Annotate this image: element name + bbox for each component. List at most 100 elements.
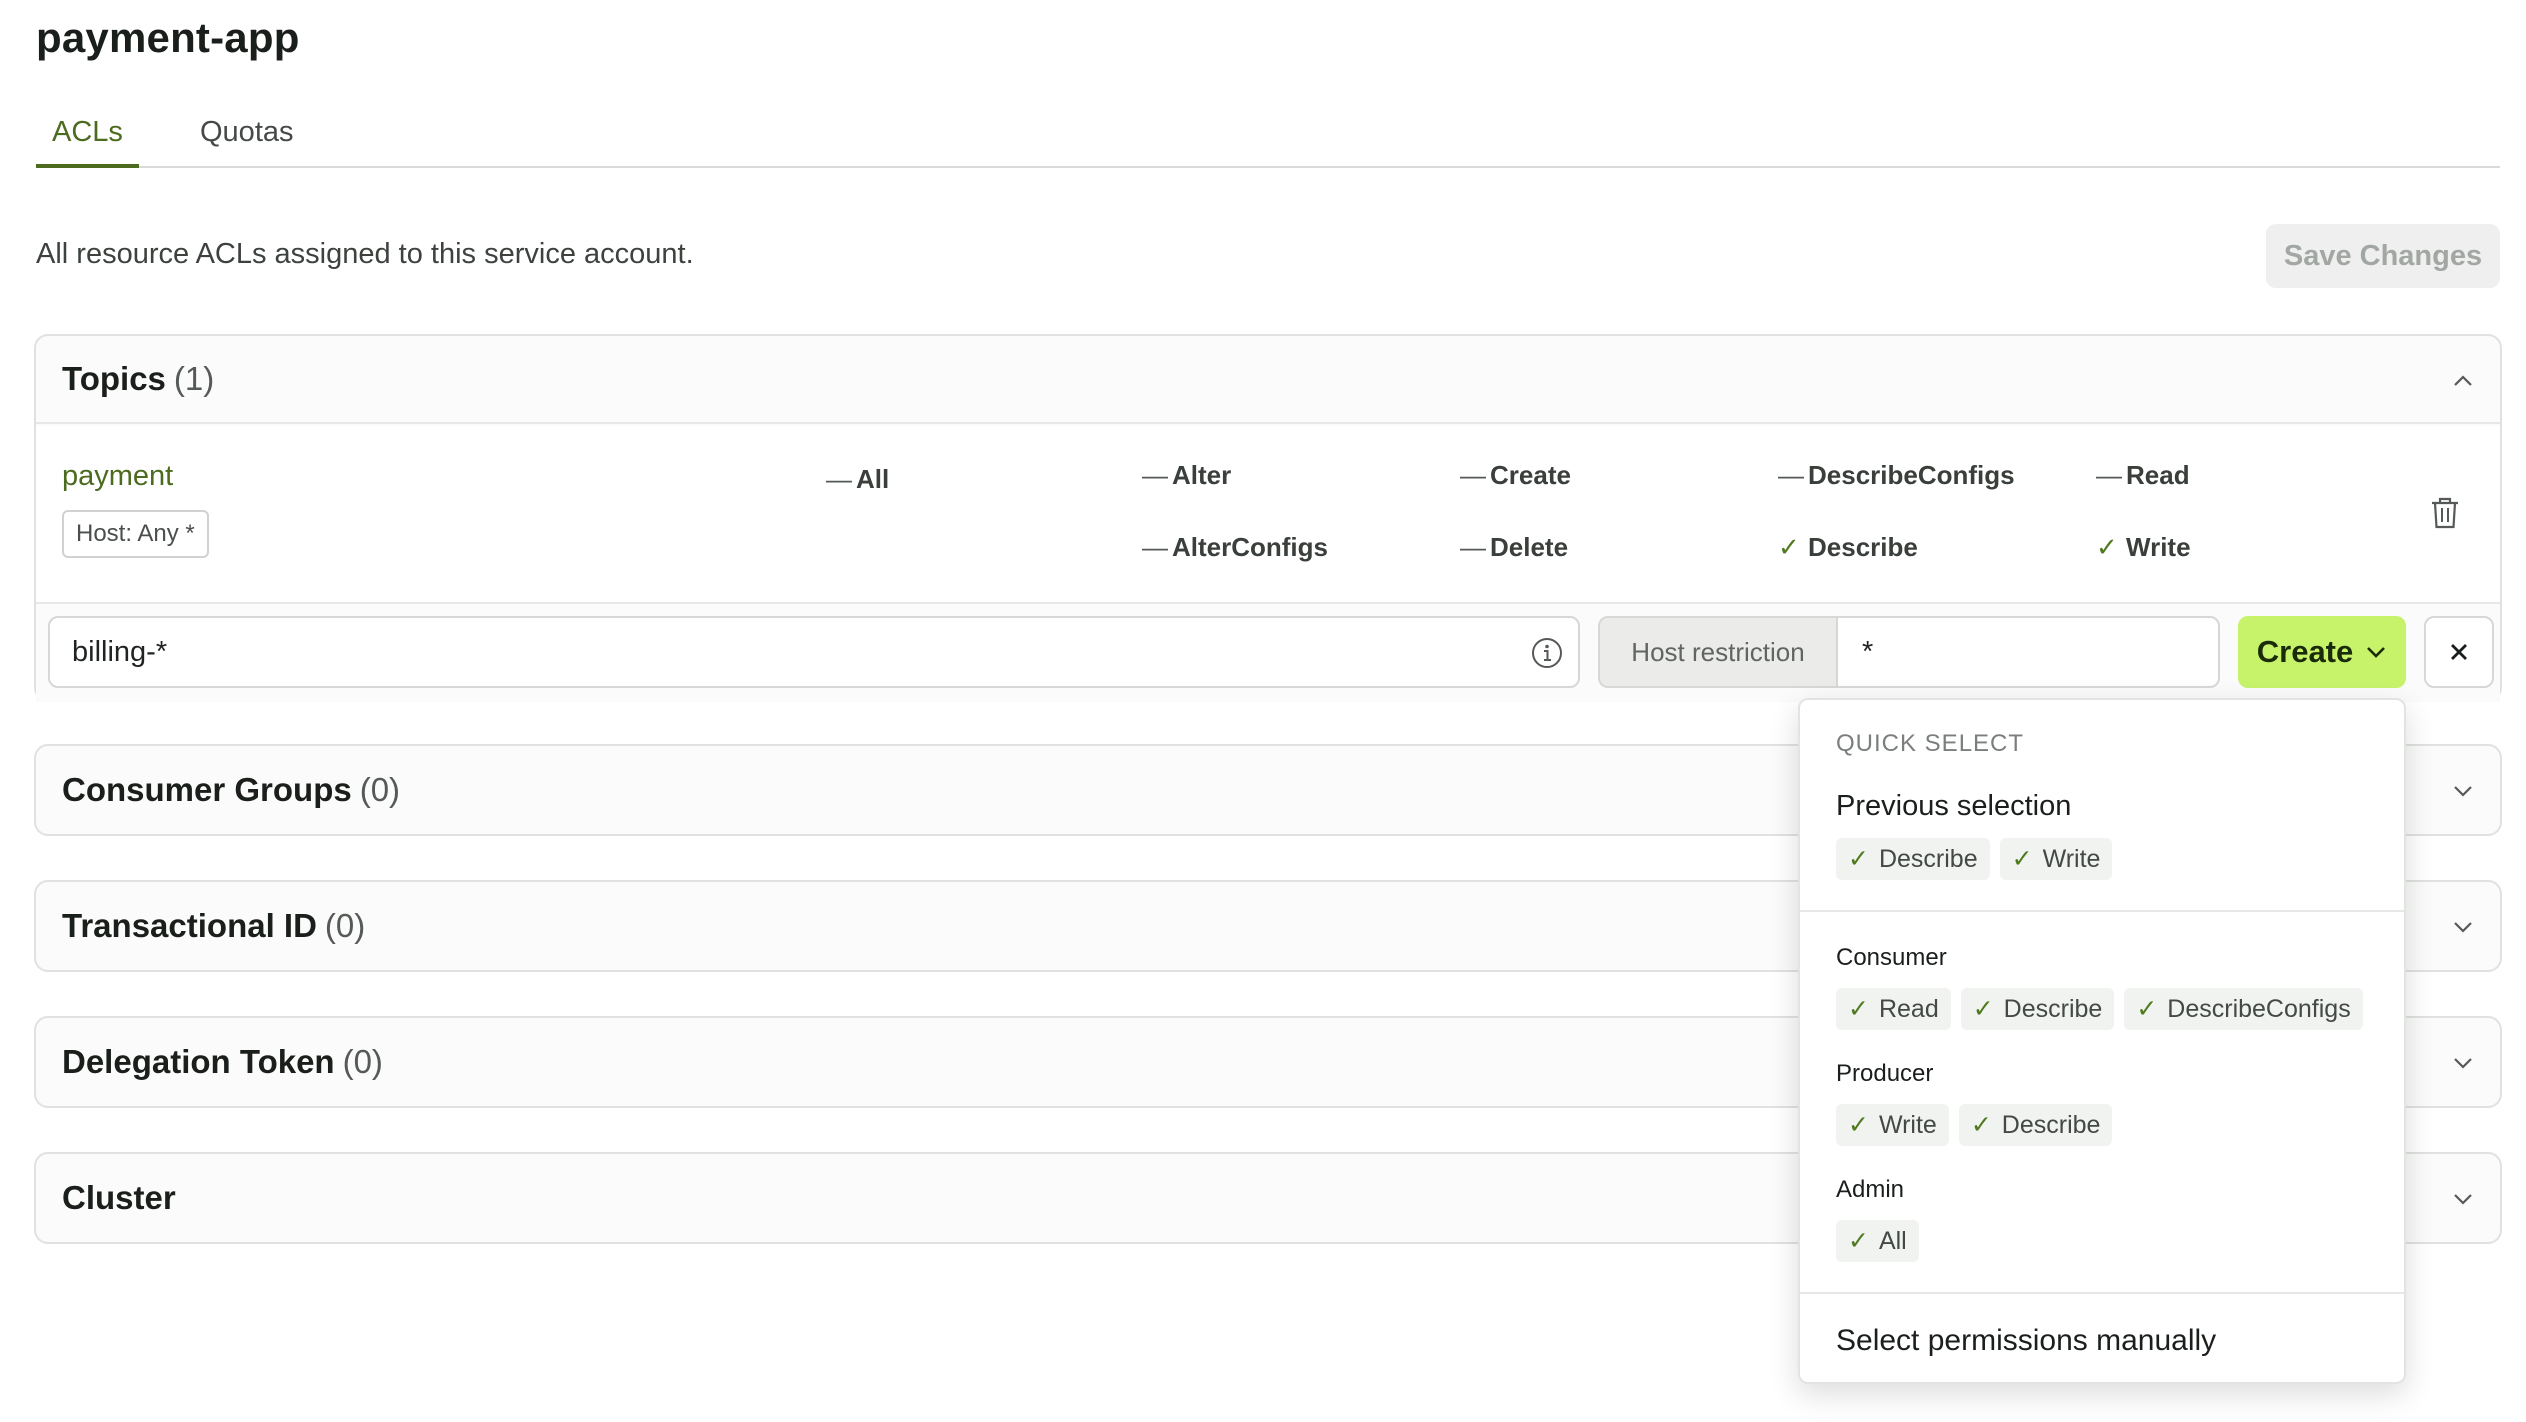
cancel-button[interactable] [2424,616,2494,688]
dash-icon: — [1142,532,1168,562]
host-restriction-input[interactable]: * [1836,616,2220,688]
permission-alter[interactable]: — Alter [1142,460,1231,491]
chip-label: Read [1878,994,1939,1023]
producer-chips: ✓ Write ✓ Describe [1836,1104,2113,1146]
quick-select-title: QUICK SELECT [1836,730,2025,757]
permission-label: Describe [1808,532,1918,562]
permission-create[interactable]: — Create [1460,460,1571,491]
permission-all[interactable]: — All [826,464,889,495]
acl-row: payment Host: Any * — All — Alter — Crea… [36,426,2500,604]
check-icon: ✓ [2011,845,2033,873]
permission-describe[interactable]: ✓ Describe [1778,532,1918,563]
previous-selection-chips: ✓ Describe ✓ Write [1836,838,2113,880]
consumer-option[interactable]: Consumer [1836,944,1947,972]
check-icon: ✓ [1848,1227,1869,1255]
chevron-down-icon[interactable] [2452,1188,2474,1210]
trash-icon[interactable] [2430,496,2460,530]
section-title: Topics [62,360,166,397]
section-count: (1) [173,360,215,397]
tab-acls[interactable]: ACLs [36,104,139,168]
dash-icon: — [1460,532,1486,562]
quick-select-menu: QUICK SELECT Previous selection ✓ Describ… [1798,698,2406,1384]
check-icon: ✓ [1848,1111,1869,1139]
dash-icon: — [1778,460,1804,490]
chevron-down-icon[interactable] [2452,916,2474,938]
tab-quotas[interactable]: Quotas [184,104,310,168]
dash-icon: — [1460,460,1486,490]
close-icon [2451,644,2467,660]
permission-label: DescribeConfigs [1808,460,2015,490]
dash-icon: — [1142,460,1168,490]
check-icon: ✓ [1848,845,1869,873]
permission-describeconfigs[interactable]: — DescribeConfigs [1778,460,2015,491]
host-restriction-label: Host restriction [1598,616,1836,688]
new-acl-row: billing-* Host restriction * Create [36,604,2500,702]
section-title: Transactional ID [62,907,317,944]
permission-label: Write [2126,532,2191,562]
consumer-chips: ✓ Read ✓ Describe ✓ DescribeConfigs [1836,988,2363,1030]
permission-label: AlterConfigs [1172,532,1328,562]
chip-label: All [1878,1226,1907,1255]
divider [1800,1292,2404,1294]
permission-label: Read [2126,460,2190,490]
topics-header[interactable]: Topics (1) [36,336,2500,424]
divider [1800,910,2404,912]
create-button-label: Create [2256,634,2354,669]
chip-write: ✓ Write [1836,1104,1949,1146]
permission-label: Create [1490,460,1571,490]
permission-write[interactable]: ✓ Write [2096,532,2191,563]
tab-bar: ACLs Quotas [36,104,2500,168]
check-icon: ✓ [1970,1111,1992,1139]
permission-label: Alter [1172,460,1232,490]
chip-label: DescribeConfigs [2167,994,2351,1023]
create-button[interactable]: Create [2238,616,2406,688]
topics-section: Topics (1) payment Host: Any * — All — A… [34,334,2502,702]
check-icon: ✓ [1778,532,1800,562]
producer-option[interactable]: Producer [1836,1060,1933,1088]
dash-icon: — [826,464,852,494]
chevron-down-icon[interactable] [2452,1052,2474,1074]
chip-describe: ✓ Describe [1958,1104,2113,1146]
save-changes-button[interactable]: Save Changes [2266,224,2500,288]
topic-name-link[interactable]: payment [62,460,173,493]
acl-description: All resource ACLs assigned to this servi… [36,238,694,270]
permission-read[interactable]: — Read [2096,460,2190,491]
permission-label: Delete [1490,532,1569,562]
check-icon: ✓ [1848,995,1869,1023]
previous-selection-option[interactable]: Previous selection [1836,790,2071,823]
chip-all: ✓ All [1836,1220,1919,1262]
section-count: (0) [359,771,401,808]
info-icon[interactable] [1530,636,1564,670]
chip-read: ✓ Read [1836,988,1951,1030]
check-icon: ✓ [2136,995,2158,1023]
chip-label: Describe [1878,844,1978,873]
section-title: Cluster [62,1179,176,1216]
host-badge: Host: Any * [62,510,209,558]
chevron-down-icon [2367,647,2386,658]
page-title: payment-app [36,14,300,61]
permission-delete[interactable]: — Delete [1460,532,1568,563]
chip-label: Describe [2001,1110,2101,1139]
chip-label: Write [1878,1110,1937,1139]
chip-describeconfigs: ✓ DescribeConfigs [2124,988,2363,1030]
dash-icon: — [2096,460,2122,490]
chip-describe: ✓ Describe [1960,988,2115,1030]
select-permissions-manually-option[interactable]: Select permissions manually [1836,1324,2216,1358]
pattern-value: billing-* [72,635,168,668]
chip-describe: ✓ Describe [1836,838,1990,880]
section-count: (0) [342,1043,383,1080]
chevron-up-icon[interactable] [2452,370,2474,392]
permission-label: All [856,464,890,494]
check-icon: ✓ [2096,532,2118,562]
chip-write: ✓ Write [1999,838,2113,880]
section-count: (0) [324,907,366,944]
chip-label: Describe [2003,994,2103,1023]
admin-chips: ✓ All [1836,1220,1919,1262]
section-title: Consumer Groups [62,771,352,808]
section-title: Delegation Token [62,1043,335,1080]
chip-label: Write [2042,844,2101,873]
chevron-down-icon[interactable] [2452,780,2474,802]
admin-option[interactable]: Admin [1836,1176,1904,1204]
permission-alterconfigs[interactable]: — AlterConfigs [1142,532,1328,563]
resource-pattern-input[interactable]: billing-* [48,616,1580,688]
